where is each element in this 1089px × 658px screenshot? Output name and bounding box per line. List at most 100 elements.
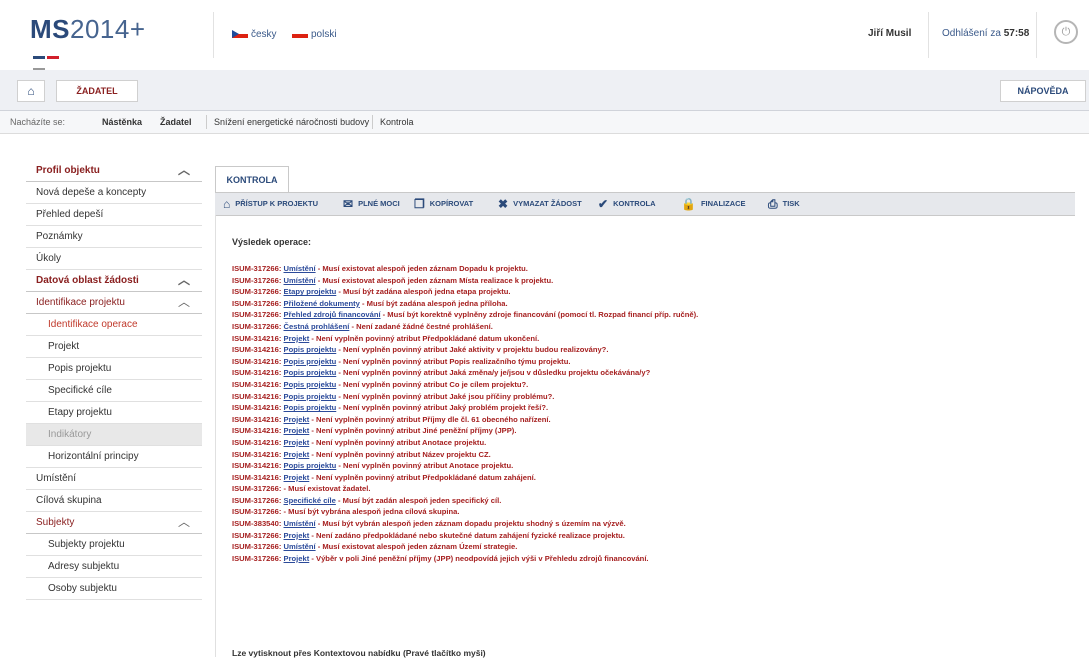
error-message: ISUM-314216: Popis projektu - Není vypln… [232,379,1072,391]
sidebar-item[interactable]: Přehled depeší [26,204,202,226]
toolbar-button[interactable]: 🔒 FINALIZACE [681,196,746,212]
breadcrumb-separator [206,115,207,129]
error-message: ISUM-314216: Projekt - Není vyplněn povi… [232,472,1072,484]
sidebar-item[interactable]: Osoby subjektu [26,578,202,600]
error-text: - Není vyplněn povinný atribut Jaký prob… [336,403,549,413]
error-message: ISUM-317266: Přiložené dokumenty - Musí … [232,298,1072,310]
error-section-link[interactable]: Projekt [284,531,310,540]
sidebar-item[interactable]: Popis projektu [26,358,202,380]
error-section-link[interactable]: Popis projektu [284,403,337,412]
error-section-link[interactable]: Popis projektu [284,392,337,401]
error-section-link[interactable]: Umístění [284,542,316,551]
error-section-link[interactable]: Projekt [284,415,310,424]
error-section-link[interactable]: Projekt [284,438,310,447]
toolbar-button[interactable]: ⎙ TISK [768,196,800,212]
sidebar-item[interactable]: Indikátory [26,424,202,446]
sidebar-item[interactable]: Cílová skupina [26,490,202,512]
logo-color-bars [33,50,73,71]
error-section-link[interactable]: Popis projektu [284,461,337,470]
chevron-up-icon[interactable]: ︿ [178,292,190,313]
sidebar-item[interactable]: Datová oblast žádosti ︿ [26,270,202,292]
sidebar-item[interactable]: Adresy subjektu [26,556,202,578]
lang-cs-link[interactable]: česky [232,29,277,40]
error-section-link[interactable]: Projekt [284,426,310,435]
toolbar-button-label: VYMAZAT ŽÁDOST [513,199,582,208]
sidebar-item-label: Subjekty [36,517,75,528]
user-name[interactable]: Jiří Musil [868,28,911,39]
error-message: ISUM-317266: Přehled zdrojů financování … [232,309,1072,321]
error-section-link[interactable]: Umístění [284,264,316,273]
error-text: - Musí existovat alespoň jeden záznam Úz… [315,542,518,552]
toolbar-button[interactable]: ✔ KONTROLA [598,196,656,212]
toolbar-button-label: TISK [782,199,800,208]
error-text: - Není vyplněn povinný atribut Předpoklá… [309,333,540,343]
error-code: ISUM-317266: [232,321,282,331]
sidebar-item[interactable]: Úkoly [26,248,202,270]
sidebar-item[interactable]: Poznámky [26,226,202,248]
error-message: ISUM-314216: Popis projektu - Není vypln… [232,356,1072,368]
error-section-link[interactable]: Etapy projektu [284,287,337,296]
breadcrumb-item[interactable]: Nástěnka [102,111,142,133]
sidebar-item[interactable]: Identifikace operace [26,314,202,336]
error-section-link[interactable]: Specifické cíle [284,496,336,505]
sidebar-item-label: Osoby subjektu [48,583,117,594]
chevron-up-icon[interactable]: ︿ [178,512,190,533]
lang-pl-link[interactable]: polski [292,29,337,40]
error-section-link[interactable]: Čestná prohlášení [284,322,350,331]
error-text: - Musí být vybrána alespoň jedna cílová … [283,507,460,517]
sidebar-item[interactable]: Horizontální principy [26,446,202,468]
error-code: ISUM-314216: [232,449,282,459]
error-text: - Musí být zadána alespoň jedna příloha. [359,298,508,308]
sidebar-item[interactable]: Identifikace projektu ︿ [26,292,202,314]
tab-kontrola[interactable]: KONTROLA [215,166,289,193]
sidebar-item[interactable]: Specifické cíle [26,380,202,402]
breadcrumb-prefix: Nacházíte se: [10,117,66,127]
main-content: KONTROLA ⌂ PŘÍSTUP K PROJEKTU ✉ PLNÉ MOCI ❐ K… [215,160,1075,658]
sidebar-item[interactable]: Profil objektu ︿ [26,160,202,182]
chevron-up-icon[interactable]: ︿ [178,270,190,291]
error-section-link[interactable]: Umístění [284,519,316,528]
toolbar-button[interactable]: ✉ PLNÉ MOCI [343,196,400,212]
error-section-link[interactable]: Popis projektu [284,345,337,354]
error-message: ISUM-317266: Specifické cíle - Musí být … [232,495,1072,507]
sidebar-item-label: Popis projektu [48,363,112,374]
error-section-link[interactable]: Projekt [284,554,310,563]
breadcrumb-item[interactable]: Snížení energetické náročnosti budovy [214,111,369,133]
toolbar-button[interactable]: ❐ KOPÍROVAT [414,196,473,212]
error-text: - Musí být vybrán alespoň jeden záznam d… [315,519,626,529]
sidebar-item[interactable]: Etapy projektu [26,402,202,424]
toolbar-button[interactable]: ✖ VYMAZAT ŽÁDOST [498,196,582,212]
error-section-link[interactable]: Projekt [284,450,310,459]
breadcrumb-item[interactable]: Žadatel [160,111,192,133]
error-section-link[interactable]: Přiložené dokumenty [284,299,360,308]
error-section-link[interactable]: Popis projektu [284,357,337,366]
sidebar-item-label: Identifikace operace [48,319,138,330]
app-logo[interactable]: MS2014+ [30,14,146,45]
role-button[interactable]: ŽADATEL [56,80,138,102]
power-icon[interactable]: ⏻ [1054,20,1078,44]
sidebar-item[interactable]: Nová depeše a koncepty [26,182,202,204]
logout-timer[interactable]: Odhlášení za 57:58 [942,28,1029,39]
sidebar-item-label: Úkoly [36,253,62,264]
error-code: ISUM-317266: [232,275,282,285]
sidebar-item[interactable]: Projekt [26,336,202,358]
breadcrumb-item[interactable]: Kontrola [380,111,414,133]
error-section-link[interactable]: Umístění [284,276,316,285]
error-message: ISUM-317266: - Musí existovat žadatel. [232,483,1072,495]
sidebar-item[interactable]: Subjekty projektu [26,534,202,556]
error-section-link[interactable]: Popis projektu [284,368,337,377]
toolbar-button-label: KONTROLA [613,199,656,208]
sidebar-item[interactable]: Umístění [26,468,202,490]
error-section-link[interactable]: Přehled zdrojů financování [284,310,381,319]
home-icon[interactable]: ⌂ [17,80,45,102]
error-section-link[interactable]: Projekt [284,334,310,343]
error-section-link[interactable]: Popis projektu [284,380,337,389]
help-button[interactable]: NÁPOVĚDA [1000,80,1086,102]
chevron-up-icon[interactable]: ︿ [178,160,190,181]
toolbar-button[interactable]: ⌂ PŘÍSTUP K PROJEKTU [223,196,318,212]
sidebar-item[interactable]: Subjekty ︿ [26,512,202,534]
error-section-link[interactable]: Projekt [284,473,310,482]
error-code: ISUM-314216: [232,391,282,401]
error-message: ISUM-317266: Projekt - Není zadáno předp… [232,530,1072,542]
breadcrumb-separator [372,115,373,129]
